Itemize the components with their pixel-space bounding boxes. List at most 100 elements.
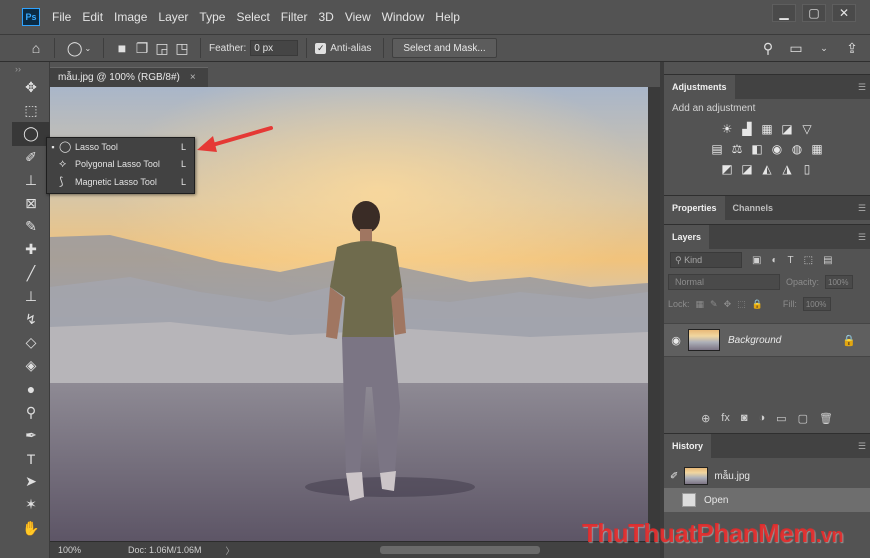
tab-channels[interactable]: Channels (725, 196, 782, 220)
lock-image-icon[interactable]: ✎ (710, 299, 718, 310)
brush-tool-icon[interactable]: ╱ (12, 262, 50, 285)
blur-tool-icon[interactable]: ● (12, 377, 50, 400)
menu-window[interactable]: Window (382, 10, 425, 24)
lasso-tool-icon[interactable]: ◯ (12, 122, 50, 146)
close-tab-icon[interactable]: × (190, 72, 196, 83)
photo-filter-icon[interactable]: ◉ (770, 142, 784, 156)
frame-tool-icon[interactable]: ⊠ (12, 192, 50, 215)
gradient-map-icon[interactable]: ▯ (800, 162, 814, 176)
maximize-button[interactable]: ▢ (802, 4, 826, 22)
lasso-preset-icon[interactable]: ◯ ⌄ (63, 38, 95, 58)
levels-icon[interactable]: ▟ (740, 122, 754, 136)
new-layer-icon[interactable]: ▢ (798, 412, 808, 425)
move-tool-icon[interactable]: ✥ (12, 76, 50, 99)
menu-edit[interactable]: Edit (82, 10, 103, 24)
shape-filter-icon[interactable]: ⬚ (804, 255, 813, 266)
brightness-icon[interactable]: ☀ (720, 122, 734, 136)
posterize-icon[interactable]: ◪ (740, 162, 754, 176)
hand-tool-icon[interactable]: ✋ (12, 517, 50, 540)
vibrance-icon[interactable]: ▽ (800, 122, 814, 136)
menu-filter[interactable]: Filter (281, 10, 308, 24)
marquee-tool-icon[interactable]: ⬚ (12, 99, 50, 122)
delete-layer-icon[interactable]: 🗑 (819, 412, 833, 425)
menu-file[interactable]: File (52, 10, 71, 24)
menu-layer[interactable]: Layer (158, 10, 188, 24)
panel-menu-icon[interactable]: ☰ (858, 82, 866, 93)
close-button[interactable]: ✕ (832, 4, 856, 22)
history-brush-tool-icon[interactable]: ↯ (12, 308, 50, 331)
zoom-level[interactable]: 100% (50, 545, 100, 555)
kind-filter-select[interactable]: ⚲ Kind (670, 252, 742, 268)
clone-stamp-tool-icon[interactable]: ⊥ (12, 285, 50, 308)
layer-row-background[interactable]: ◉ Background 🔒 (664, 323, 870, 357)
type-tool-icon[interactable]: T (12, 447, 50, 470)
menu-view[interactable]: View (345, 10, 371, 24)
path-selection-tool-icon[interactable]: ➤ (12, 470, 50, 493)
menu-type[interactable]: Type (199, 10, 225, 24)
tab-properties[interactable]: Properties (664, 196, 725, 220)
eraser-tool-icon[interactable]: ◇ (12, 331, 50, 354)
color-lookup-icon[interactable]: ▦ (810, 142, 824, 156)
selective-color-icon[interactable]: ◮ (780, 162, 794, 176)
minimize-button[interactable]: ▁ (772, 4, 796, 22)
tab-layers[interactable]: Layers (664, 225, 710, 249)
status-menu-icon[interactable]: 〉 (226, 544, 235, 557)
channel-mixer-icon[interactable]: ◍ (790, 142, 804, 156)
antialias-checkbox[interactable]: ✓ (315, 42, 327, 54)
menu-select[interactable]: Select (236, 10, 269, 24)
color-balance-icon[interactable]: ⚖ (730, 142, 744, 156)
history-snapshot[interactable]: ✐ mẫu.jpg (664, 464, 870, 488)
panel-menu-icon[interactable]: ☰ (858, 232, 866, 243)
history-step[interactable]: Open (664, 488, 870, 512)
threshold-icon[interactable]: ◭ (760, 162, 774, 176)
home-icon[interactable]: ⌂ (26, 38, 46, 58)
type-filter-icon[interactable]: T (788, 255, 794, 266)
vertical-scrollbar[interactable] (648, 87, 660, 541)
panel-menu-icon[interactable]: ☰ (858, 441, 866, 452)
curves-icon[interactable]: ▦ (760, 122, 774, 136)
menu-image[interactable]: Image (114, 10, 147, 24)
adjustment-layer-icon[interactable]: ◑ (759, 412, 766, 425)
lock-all-icon[interactable]: 🔒 (752, 299, 763, 310)
smart-object-filter-icon[interactable]: ▤ (823, 255, 832, 266)
pixel-filter-icon[interactable]: ▣ (752, 255, 761, 266)
dodge-tool-icon[interactable]: ⚲ (12, 401, 50, 424)
add-selection-icon[interactable]: ❐ (132, 38, 152, 58)
share-icon[interactable]: ⇪ (842, 38, 862, 58)
opacity-input[interactable]: 100% (825, 275, 854, 289)
document-tab[interactable]: mẫu.jpg @ 100% (RGB/8#) × (50, 67, 208, 87)
lock-position-icon[interactable]: ✥ (724, 299, 732, 310)
history-brush-icon[interactable]: ✐ (670, 471, 678, 482)
adjustment-filter-icon[interactable]: ◐ (771, 255, 777, 266)
workspace-icon[interactable]: ▭ (786, 38, 806, 58)
layer-style-icon[interactable]: fx (721, 412, 730, 425)
chevron-down-icon[interactable]: ⌄ (814, 38, 834, 58)
quick-selection-tool-icon[interactable]: ✐ (12, 146, 50, 169)
lock-transparent-icon[interactable]: ▦ (696, 299, 705, 310)
paint-bucket-tool-icon[interactable]: ◈ (12, 354, 50, 377)
eyedropper-tool-icon[interactable]: ✎ (12, 215, 50, 238)
collapse-toolbar-icon[interactable]: ›› (12, 62, 49, 76)
intersect-selection-icon[interactable]: ◳ (172, 38, 192, 58)
menu-help[interactable]: Help (435, 10, 460, 24)
flyout-magnetic-lasso-tool[interactable]: ⟆ Magnetic Lasso Tool L (47, 173, 194, 191)
select-and-mask-button[interactable]: Select and Mask... (392, 38, 497, 58)
menu-3d[interactable]: 3D (318, 10, 333, 24)
invert-icon[interactable]: ◩ (720, 162, 734, 176)
panel-menu-icon[interactable]: ☰ (858, 203, 866, 214)
new-group-icon[interactable]: ▭ (776, 412, 786, 425)
crop-tool-icon[interactable]: ⊥ (12, 169, 50, 192)
flyout-lasso-tool[interactable]: ▪ ◯ Lasso Tool L (47, 138, 194, 156)
shape-tool-icon[interactable]: ✶ (12, 493, 50, 516)
flyout-polygonal-lasso-tool[interactable]: ⟡ Polygonal Lasso Tool L (47, 156, 194, 174)
subtract-selection-icon[interactable]: ◲ (152, 38, 172, 58)
tab-adjustments[interactable]: Adjustments (664, 75, 735, 99)
visibility-eye-icon[interactable]: ◉ (664, 334, 688, 347)
healing-brush-tool-icon[interactable]: ✚ (12, 238, 50, 261)
horizontal-scrollbar[interactable] (380, 546, 540, 554)
blend-mode-select[interactable]: Normal (668, 274, 780, 290)
fill-input[interactable]: 100% (802, 297, 831, 311)
lock-artboard-icon[interactable]: ⬚ (737, 299, 746, 310)
hue-saturation-icon[interactable]: ▤ (710, 142, 724, 156)
tab-history[interactable]: History (664, 434, 712, 458)
